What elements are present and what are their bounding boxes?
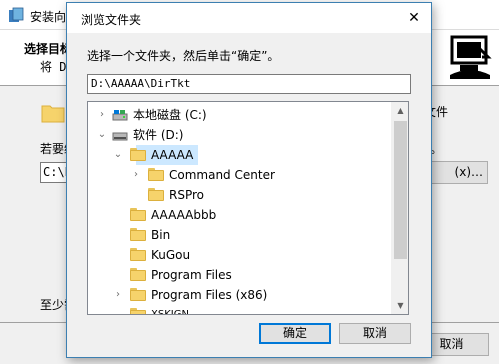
vertical-scrollbar[interactable]: ▲ ▼ [391,102,408,314]
close-icon[interactable]: ✕ [397,3,431,33]
computer-install-icon [450,35,492,79]
tree-item-rspro[interactable]: RSPro [88,185,391,205]
cancel-button[interactable]: 取消 [339,323,411,344]
tree-item-label: Program Files [151,268,232,282]
folder-icon [130,148,146,161]
folder-tree[interactable]: › 本地磁盘 (C:) ⌄ 软件 (D:) ⌄ AAAAA › Command … [87,101,409,315]
tree-item-label: Command Center [169,168,275,182]
ok-button[interactable]: 确定 [259,323,331,344]
chevron-right-icon[interactable]: › [96,105,108,125]
scroll-up-icon[interactable]: ▲ [392,102,408,119]
folder-icon [41,105,65,123]
chevron-right-icon[interactable]: › [112,285,124,305]
tree-item-drive-c[interactable]: › 本地磁盘 (C:) [88,105,391,125]
browse-folder-dialog: 浏览文件夹 ✕ 选择一个文件夹，然后单击“确定”。 D:\AAAAA\DirTk… [66,2,432,358]
chevron-down-icon[interactable]: ⌄ [96,125,108,145]
folder-icon [148,188,164,201]
folder-icon [130,248,146,261]
tree-item-drive-d[interactable]: ⌄ 软件 (D:) [88,125,391,145]
drive-icon [112,110,128,121]
tree-item-aaaaa[interactable]: ⌄ AAAAA [88,145,391,165]
tree-item-program-files-x86[interactable]: › Program Files (x86) [88,285,391,305]
folder-icon [130,208,146,221]
tree-item-label: Bin [151,228,171,242]
selected-path-field[interactable]: D:\AAAAA\DirTkt [87,74,411,94]
folder-icon [148,168,164,181]
tree-item-aaaaabbb[interactable]: AAAAAbbb [88,205,391,225]
folder-icon [130,228,146,241]
installer-app-icon [9,7,24,22]
folder-icon [130,268,146,281]
dialog-title-bar: 浏览文件夹 ✕ [67,3,431,33]
folder-icon [130,308,146,314]
tree-item-label: XSKIGN [151,309,189,315]
wizard-header-title: 选择目标 [24,42,73,56]
tree-item-label: RSPro [169,188,204,202]
drive-icon [112,132,128,141]
scrollbar-thumb[interactable] [394,121,407,259]
folder-icon [130,288,146,301]
tree-item-label: KuGou [151,248,191,262]
chevron-down-icon[interactable]: ⌄ [112,145,124,165]
tree-item-label: AAAAA [151,148,194,162]
tree-item-label: Program Files (x86) [151,288,268,302]
tree-item-program-files[interactable]: Program Files [88,265,391,285]
tree-item-bin[interactable]: Bin [88,225,391,245]
scroll-down-icon[interactable]: ▼ [392,297,408,314]
tree-item-xskign[interactable]: XSKIGN [88,305,391,315]
chevron-right-icon[interactable]: › [130,165,142,185]
tree-item-command-center[interactable]: › Command Center [88,165,391,185]
tree-item-label: AAAAAbbb [151,208,217,222]
dialog-instruction: 选择一个文件夹，然后单击“确定”。 [87,49,280,63]
tree-item-label: 软件 (D:) [133,128,184,142]
dialog-title: 浏览文件夹 [81,13,142,27]
tree-item-kugou[interactable]: KuGou [88,245,391,265]
tree-item-label: 本地磁盘 (C:) [133,108,207,122]
